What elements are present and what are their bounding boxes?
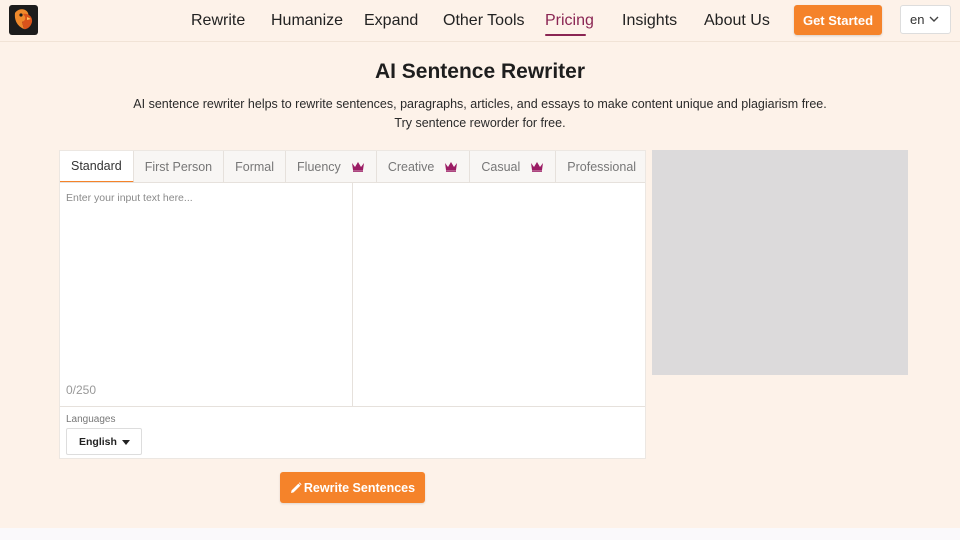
languages-label: Languages xyxy=(66,414,116,425)
language-selector[interactable]: en xyxy=(900,5,951,34)
input-placeholder: Enter your input text here... xyxy=(66,192,193,204)
nav-humanize[interactable]: Humanize xyxy=(271,12,343,30)
tab-standard[interactable]: Standard xyxy=(60,151,134,182)
caret-down-icon xyxy=(122,440,130,445)
tab-label: Professional xyxy=(567,159,637,174)
input-text-area[interactable]: Enter your input text here... 0/250 xyxy=(60,183,353,407)
crown-icon xyxy=(531,162,544,172)
active-nav-underline xyxy=(545,34,586,36)
language-dropdown[interactable]: English xyxy=(66,428,142,455)
tab-creative[interactable]: Creative xyxy=(377,151,471,182)
tab-label: Formal xyxy=(235,159,275,174)
page-subtitle: AI sentence rewriter helps to rewrite se… xyxy=(133,97,827,130)
ad-placeholder xyxy=(652,150,908,375)
tab-label: Creative xyxy=(387,159,435,174)
rewriter-tool: Standard First Person Formal Fluency Cre… xyxy=(59,150,646,459)
top-header: Rewrite Humanize Expand Other Tools Pric… xyxy=(0,0,960,42)
mode-tabs: Standard First Person Formal Fluency Cre… xyxy=(60,151,645,183)
tab-label: First Person xyxy=(144,159,213,174)
get-started-button[interactable]: Get Started xyxy=(794,5,882,35)
tab-first-person[interactable]: First Person xyxy=(134,151,225,182)
crown-icon xyxy=(351,162,364,172)
chevron-down-icon xyxy=(929,16,939,22)
tab-professional[interactable]: Professional xyxy=(556,151,645,182)
nav-other-tools[interactable]: Other Tools xyxy=(443,12,525,30)
tab-formal[interactable]: Formal xyxy=(224,151,287,182)
nav-pricing[interactable]: Pricing xyxy=(545,12,594,30)
tab-label: Casual xyxy=(481,159,521,174)
nav-expand[interactable]: Expand xyxy=(364,12,418,30)
tab-label: Standard xyxy=(71,159,122,173)
parrot-logo-icon[interactable] xyxy=(9,5,38,35)
crown-icon xyxy=(445,162,458,172)
nav-rewrite[interactable]: Rewrite xyxy=(191,12,245,30)
rewrite-sentences-button[interactable]: Rewrite Sentences xyxy=(280,472,425,503)
language-dropdown-value: English xyxy=(79,435,117,448)
output-text-area xyxy=(353,183,645,407)
tab-casual[interactable]: Casual xyxy=(470,151,557,182)
nav-insights[interactable]: Insights xyxy=(622,12,677,30)
character-counter: 0/250 xyxy=(66,383,97,397)
nav-about-us[interactable]: About Us xyxy=(704,12,770,30)
tab-label: Fluency xyxy=(297,159,341,174)
language-selector-value: en xyxy=(910,12,925,27)
footer-strip xyxy=(0,528,960,540)
rewrite-sentences-label: Rewrite Sentences xyxy=(303,480,416,495)
page-title: AI Sentence Rewriter xyxy=(374,60,586,83)
tab-fluency[interactable]: Fluency xyxy=(286,151,377,182)
pencil-icon xyxy=(290,481,302,493)
